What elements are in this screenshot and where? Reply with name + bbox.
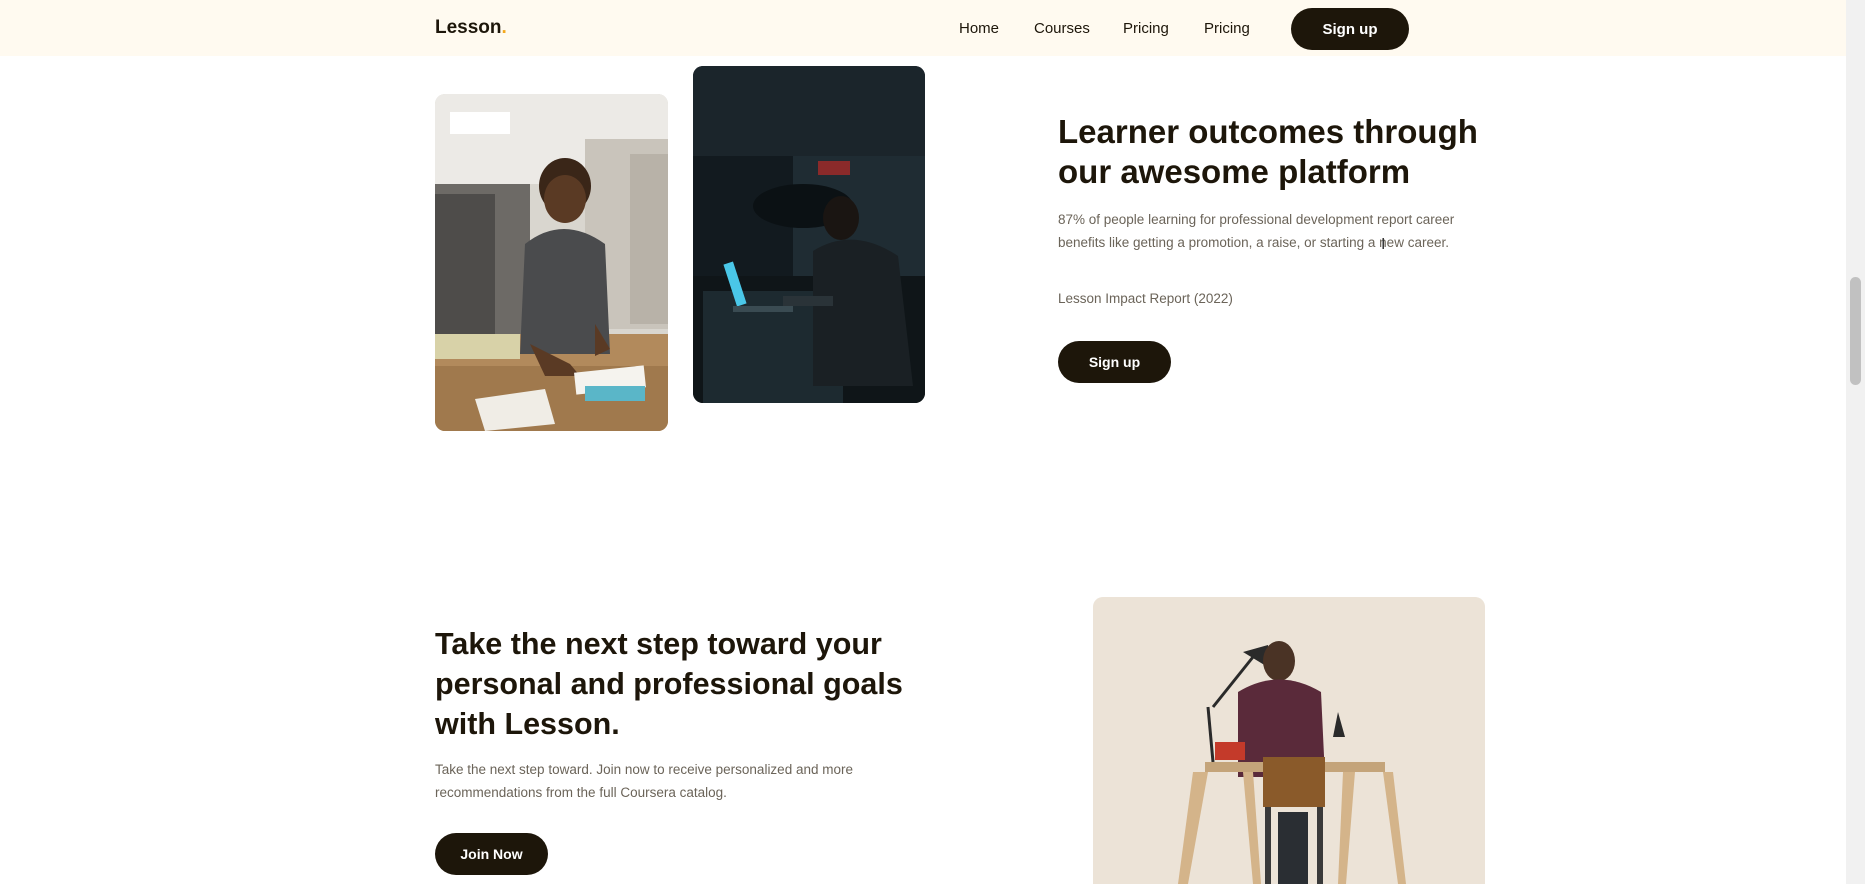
outcomes-signup-button[interactable]: Sign up	[1058, 341, 1171, 383]
student-writing-photo	[435, 94, 668, 431]
man-at-desk-photo	[1093, 597, 1485, 884]
logo-dot: .	[501, 17, 507, 38]
join-now-button[interactable]: Join Now	[435, 833, 548, 875]
nav-link-pricing[interactable]: Pricing	[1123, 20, 1169, 37]
outcomes-citation: Lesson Impact Report (2022)	[1058, 291, 1233, 306]
next-step-title: Take the next step toward your personal …	[435, 627, 903, 741]
next-step-body: Take the next step toward. Join now to r…	[435, 762, 853, 800]
nav-link-home[interactable]: Home	[959, 20, 999, 37]
top-navbar: Lesson. Home Courses Pricing Pricing Sig…	[0, 0, 1846, 56]
logo-text: Lesson	[435, 17, 502, 38]
scrollbar-track[interactable]	[1846, 0, 1865, 884]
nav-signup-button[interactable]: Sign up	[1291, 8, 1409, 50]
scrollbar-thumb[interactable]	[1850, 277, 1861, 385]
outcomes-body: 87% of people learning for professional …	[1058, 212, 1455, 250]
logo[interactable]: Lesson.	[435, 17, 507, 39]
text-cursor-icon: I	[1381, 236, 1386, 253]
nav-link-pricing-2[interactable]: Pricing	[1204, 20, 1250, 37]
student-laptop-dark-photo	[693, 66, 925, 403]
outcomes-title: Learner outcomes through our awesome pla…	[1058, 113, 1478, 190]
page: Lesson. Home Courses Pricing Pricing Sig…	[0, 0, 1865, 884]
nav-link-courses[interactable]: Courses	[1034, 20, 1090, 37]
